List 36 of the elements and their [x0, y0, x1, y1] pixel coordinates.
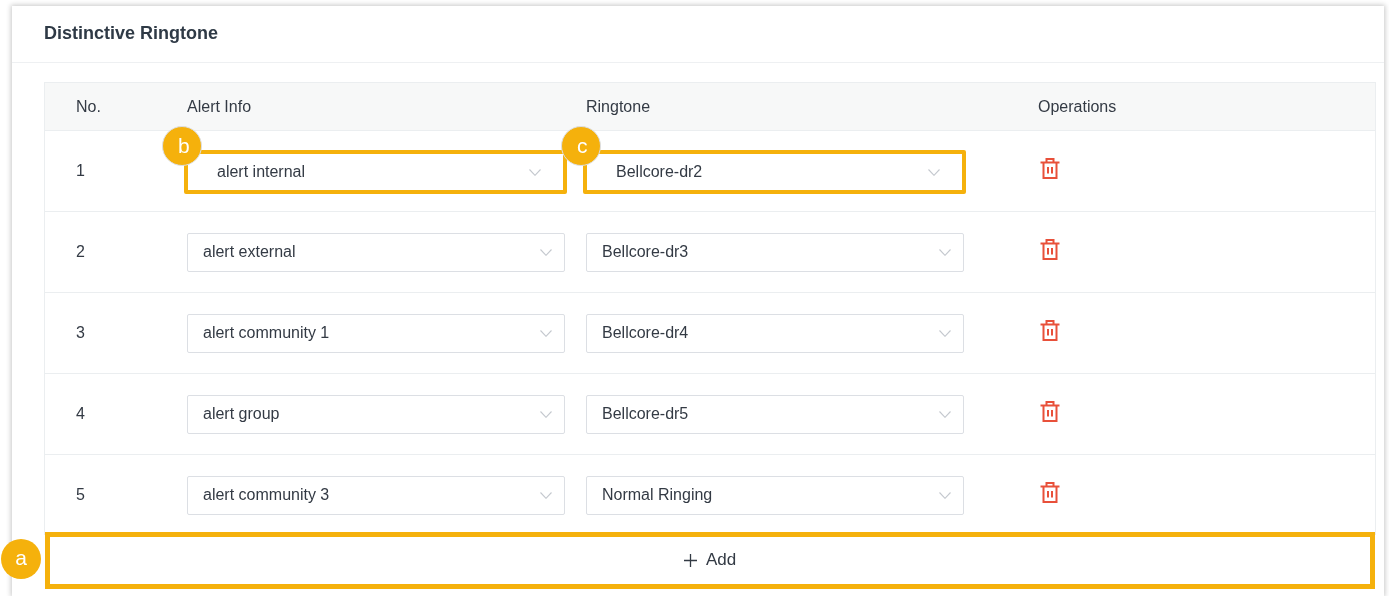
chevron-icon [540, 410, 552, 418]
chevron-icon [939, 248, 951, 256]
trash-icon[interactable] [1040, 238, 1060, 260]
dropdown-field[interactable]: alert community 3 [187, 475, 565, 515]
callout-label: a [1, 539, 41, 579]
column-header: Alert Info [187, 97, 252, 115]
chevron-icon [928, 168, 940, 176]
plus-icon [683, 553, 697, 567]
chevron-icon [529, 168, 541, 176]
dropdown-field[interactable]: Bellcore-dr3 [586, 232, 964, 272]
trash-icon[interactable] [1040, 319, 1060, 341]
column-header: Ringtone [586, 97, 651, 115]
column-header: No. [76, 97, 101, 115]
trash-icon[interactable] [1040, 481, 1060, 503]
dropdown-field[interactable]: alert community 1 [187, 313, 565, 353]
chevron-icon [939, 329, 951, 337]
column-header: Operations [1038, 97, 1117, 115]
dropdown-field[interactable]: alert external [187, 232, 565, 272]
row-number: 2 [76, 243, 85, 260]
chevron-icon [540, 248, 552, 256]
chevron-icon [540, 329, 552, 337]
dropdown-field[interactable]: alert group [187, 394, 565, 434]
dropdown-field[interactable]: Bellcore-dr5 [586, 394, 964, 434]
chevron-icon [939, 491, 951, 499]
section-title: Distinctive Ringtone [44, 23, 218, 44]
trash-icon[interactable] [1040, 157, 1060, 179]
chevron-icon [540, 491, 552, 499]
row-number: 3 [76, 324, 85, 341]
dropdown-field[interactable]: Bellcore-dr4 [586, 313, 964, 353]
dropdown-field[interactable]: Normal Ringing [586, 475, 964, 515]
row-number: 1 [76, 162, 85, 179]
chevron-icon [939, 410, 951, 418]
row-number: 5 [76, 486, 85, 503]
callout-label: b [162, 126, 202, 166]
row-number: 4 [76, 405, 85, 422]
trash-icon[interactable] [1040, 400, 1060, 422]
